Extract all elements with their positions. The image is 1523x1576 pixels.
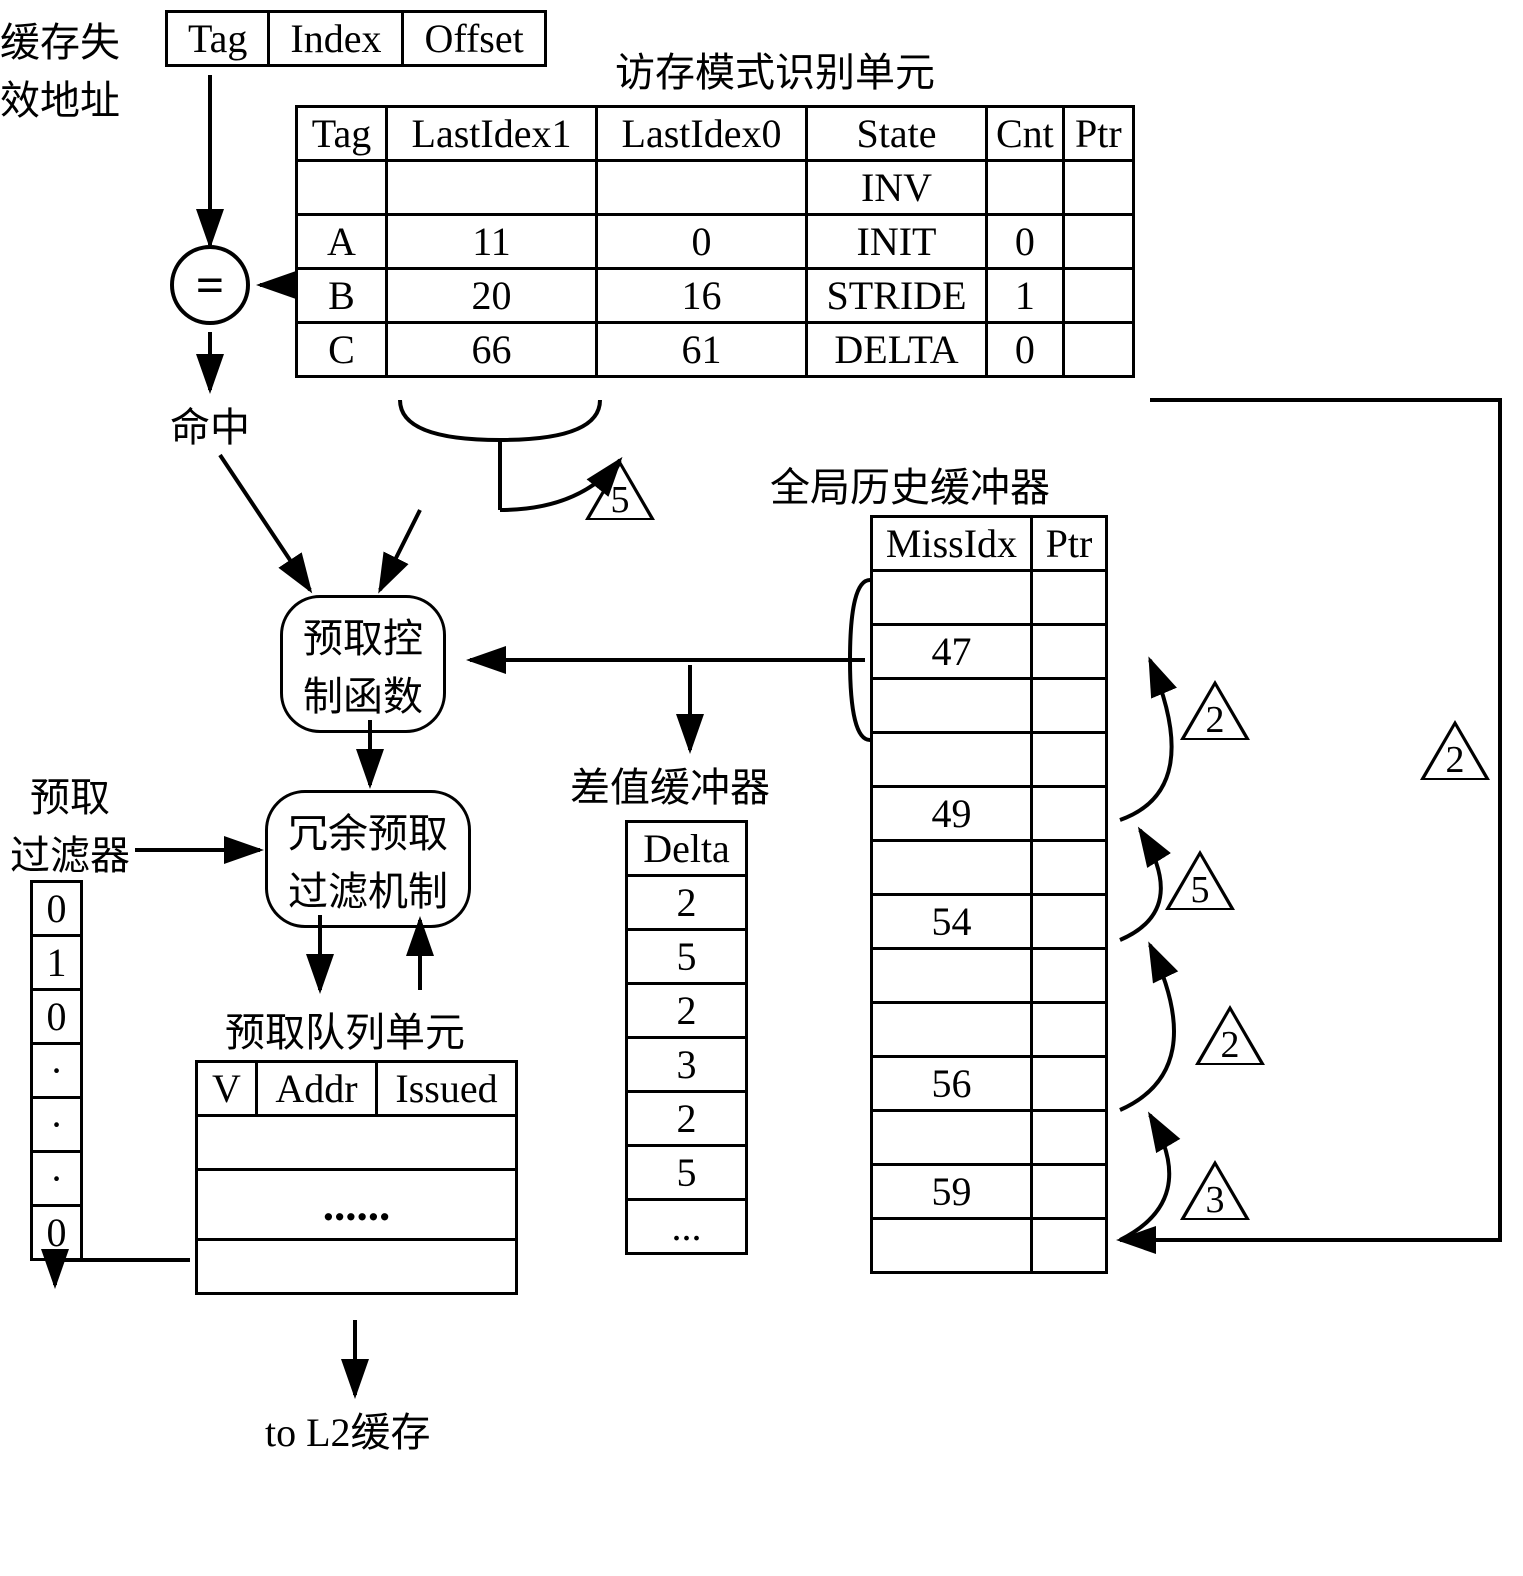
equals-symbol: = [196,256,225,314]
pt-row-2: B 20 16 STRIDE 1 [297,269,1134,323]
queue-hdr-issued: Issued [377,1062,517,1116]
prefetch-filter-l2: 过滤器 [10,833,130,878]
to-l2-cache-label: to L2缓存 [265,1400,431,1458]
addr-index: Index [269,12,403,66]
ghb-hdr-missidx: MissIdx [872,517,1032,571]
hit-label: 命中 [170,395,250,453]
triangle-2-top: 2 [1180,680,1250,740]
cache-miss-addr-l1: 缓存失 [0,20,120,65]
triangle-5-left: 5 [585,460,655,520]
filter-table: 0 1 0 · · · 0 [30,880,83,1261]
redundant-prefetch-filter: 冗余预取 过滤机制 [265,790,471,928]
equals-comparator: = [170,245,250,325]
pt-hdr-lastidx0: LastIdex0 [597,107,807,161]
access-pattern-unit-label: 访存模式识别单元 [615,40,935,98]
ghb-hdr-ptr: Ptr [1032,517,1107,571]
triangle-5-mid: 5 [1165,850,1235,910]
pt-hdr-lastidx1: LastIdex1 [387,107,597,161]
address-parts-table: Tag Index Offset [165,10,547,67]
pt-hdr-state: State [807,107,987,161]
pt-row-1: A 11 0 INIT 0 [297,215,1134,269]
delta-hdr: Delta [627,822,747,876]
triangle-2-low: 2 [1195,1005,1265,1065]
addr-tag: Tag [167,12,269,66]
redundant-filter-l1: 冗余预取 [288,811,448,856]
delta-table: Delta 2 5 2 3 2 5 ... [625,820,748,1255]
pt-row-3: C 66 61 DELTA 0 [297,323,1134,377]
pt-hdr-cnt: Cnt [987,107,1064,161]
queue-hdr-v: V [197,1062,257,1116]
prefetch-filter-label: 预取 过滤器 [10,765,130,881]
prefetch-ctrl-l1: 预取控 [303,616,423,661]
pt-hdr-tag: Tag [297,107,387,161]
triangle-2-far-right: 2 [1420,720,1490,780]
queue-hdr-addr: Addr [257,1062,377,1116]
prefetch-filter-l1: 预取 [30,775,110,820]
delta-buffer-label: 差值缓冲器 [570,755,770,813]
prefetch-ctrl-l2: 制函数 [303,674,423,719]
ghb-label: 全局历史缓冲器 [770,455,1050,513]
prefetch-control-function: 预取控 制函数 [280,595,446,733]
prefetch-queue-table: V Addr Issued ...... [195,1060,518,1295]
triangle-3: 3 [1180,1160,1250,1220]
pt-hdr-ptr: Ptr [1063,107,1133,161]
ghb-table: MissIdx Ptr 47 49 54 56 59 [870,515,1108,1274]
cache-miss-addr-label: 缓存失 效地址 [0,10,120,126]
pattern-recognition-table: Tag LastIdex1 LastIdex0 State Cnt Ptr IN… [295,105,1135,378]
pt-row-0: INV [297,161,1134,215]
cache-miss-addr-l2: 效地址 [0,78,120,123]
addr-offset: Offset [403,12,545,66]
prefetch-queue-unit-label: 预取队列单元 [225,1000,465,1058]
redundant-filter-l2: 过滤机制 [288,869,448,914]
